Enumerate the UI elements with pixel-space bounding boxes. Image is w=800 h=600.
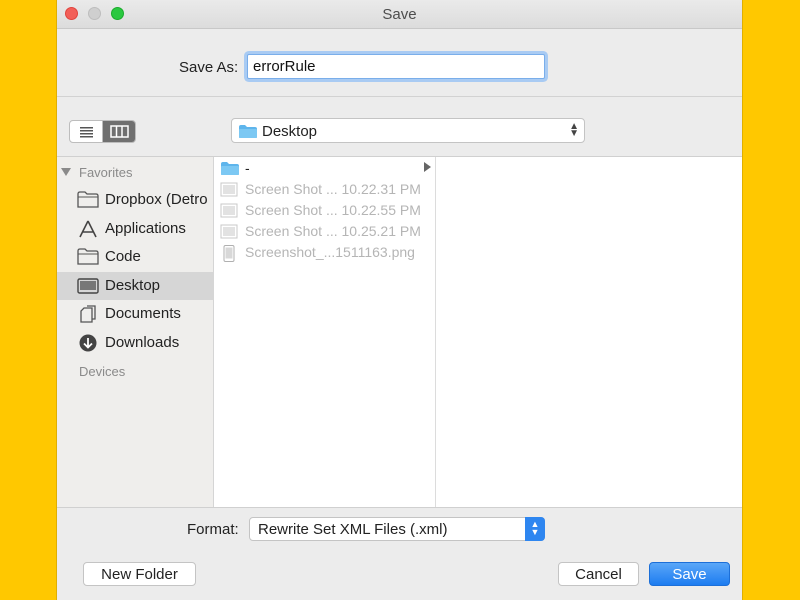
list-item: Screenshot_...1511163.png bbox=[214, 242, 435, 263]
save-dialog: Save Save As: Desktop ▲▼ bbox=[57, 0, 742, 600]
list-item: Screen Shot ... 10.22.31 PM bbox=[214, 179, 435, 200]
folder-icon bbox=[221, 162, 239, 175]
list-view-icon bbox=[80, 127, 93, 138]
documents-icon bbox=[80, 305, 96, 323]
save-as-input[interactable] bbox=[247, 54, 545, 79]
format-select[interactable]: Rewrite Set XML Files (.xml) ▲ ▼ bbox=[249, 517, 545, 541]
location-label: Desktop bbox=[262, 123, 318, 140]
sidebar-item-desktop[interactable]: Desktop bbox=[57, 272, 214, 300]
folder-icon bbox=[77, 191, 99, 208]
sidebar-item-downloads[interactable]: Downloads bbox=[57, 329, 214, 357]
file-name: Screenshot_...1511163.png bbox=[245, 244, 415, 260]
sidebar-item-label: Downloads bbox=[105, 334, 180, 351]
sidebar-item-label: Desktop bbox=[105, 277, 161, 294]
folder-icon bbox=[239, 125, 257, 138]
sidebar-item-label: Applications bbox=[105, 220, 186, 237]
column-view-button[interactable] bbox=[103, 121, 135, 142]
screenshot-file-icon bbox=[220, 182, 238, 197]
sidebar-section-devices: Devices bbox=[79, 364, 125, 379]
file-name: - bbox=[245, 160, 250, 176]
chevron-updown-icon: ▲ ▼ bbox=[525, 517, 545, 541]
screenshot-file-icon bbox=[220, 203, 238, 218]
file-name: Screen Shot ... 10.22.55 PM bbox=[245, 202, 421, 218]
sidebar-item-code[interactable]: Code bbox=[57, 243, 214, 271]
format-label: Format: bbox=[187, 521, 239, 538]
list-item: Screen Shot ... 10.22.55 PM bbox=[214, 200, 435, 221]
file-name: Screen Shot ... 10.25.21 PM bbox=[245, 223, 421, 239]
new-folder-button[interactable]: New Folder bbox=[83, 562, 196, 586]
folder-icon bbox=[77, 248, 99, 265]
format-selected-value: Rewrite Set XML Files (.xml) bbox=[258, 521, 448, 538]
view-mode-control bbox=[69, 120, 136, 143]
chevron-right-icon bbox=[424, 162, 431, 172]
phone-screenshot-icon bbox=[223, 245, 235, 262]
list-view-button[interactable] bbox=[70, 121, 103, 142]
column-view-icon bbox=[110, 125, 129, 138]
list-item[interactable]: - bbox=[214, 158, 435, 179]
location-popup[interactable]: Desktop ▲ ▼ bbox=[231, 118, 585, 143]
sidebar-item-applications[interactable]: Applications bbox=[57, 215, 214, 243]
browser-column-2 bbox=[436, 157, 742, 507]
disclosure-triangle-icon bbox=[61, 168, 71, 176]
downloads-icon bbox=[79, 334, 97, 352]
file-browser: Favorites Dropbox (Detro Applications Co… bbox=[57, 156, 742, 508]
save-as-label: Save As: bbox=[179, 59, 239, 76]
title-bar: Save bbox=[57, 0, 742, 29]
sidebar: Favorites Dropbox (Detro Applications Co… bbox=[57, 157, 214, 507]
file-name: Screen Shot ... 10.22.31 PM bbox=[245, 181, 421, 197]
applications-icon bbox=[79, 220, 97, 238]
window-title: Save bbox=[382, 6, 417, 23]
sidebar-item-label: Documents bbox=[105, 305, 181, 322]
list-item: Screen Shot ... 10.25.21 PM bbox=[214, 221, 435, 242]
save-button[interactable]: Save bbox=[649, 562, 730, 586]
sidebar-section-header: Favorites bbox=[79, 165, 133, 180]
cancel-button[interactable]: Cancel bbox=[558, 562, 639, 586]
desktop-icon bbox=[77, 278, 99, 294]
screenshot-file-icon bbox=[220, 224, 238, 239]
sidebar-item-label: Code bbox=[105, 248, 141, 265]
separator bbox=[57, 96, 742, 97]
sidebar-section-header: Devices bbox=[79, 364, 126, 379]
sidebar-item-label: Dropbox (Detro bbox=[105, 191, 208, 208]
sidebar-item-documents[interactable]: Documents bbox=[57, 300, 214, 328]
sidebar-item-dropbox[interactable]: Dropbox (Detro bbox=[57, 186, 214, 214]
sidebar-section-favorites[interactable]: Favorites bbox=[61, 165, 132, 180]
browser-column-1: - Screen Shot ... 10.22.31 PM Screen Sho… bbox=[214, 157, 436, 507]
chevron-updown-icon: ▲ ▼ bbox=[569, 121, 579, 139]
